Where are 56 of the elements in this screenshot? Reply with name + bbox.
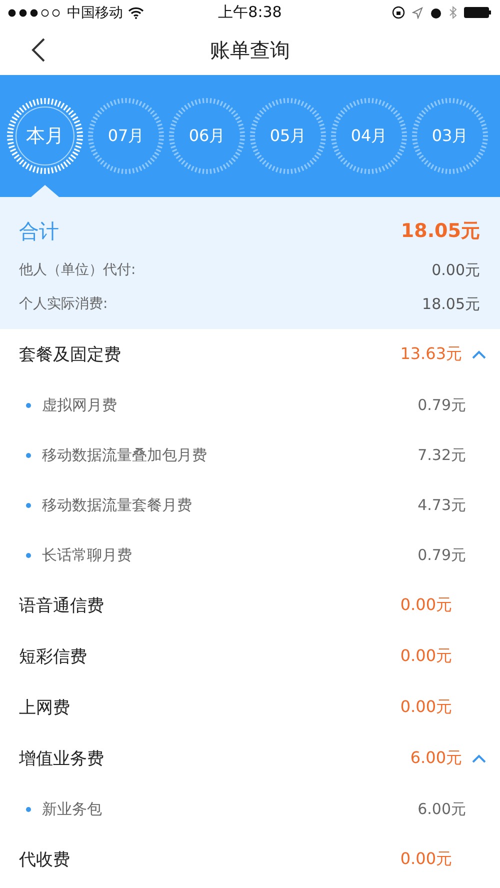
total-label: 合计 [19,218,59,244]
wifi-icon [128,6,144,18]
bullet-icon [26,806,31,812]
rotation-lock-icon [392,6,405,19]
category-amount: 0.00元 [400,849,452,870]
summary-label: 个人实际消费: [19,295,108,313]
page-title: 账单查询 [210,36,290,64]
dial-ring-icon [87,97,165,175]
fee-category-row[interactable]: 短彩信费 0.00元 [0,631,500,682]
chevron-icon[interactable] [472,754,486,763]
category-amount: 0.00元 [400,697,452,718]
category-amount: 13.63元 [400,344,462,365]
category-name: 语音通信费 [19,595,104,617]
bullet-icon [26,502,31,508]
bullet-icon [26,552,31,558]
dial-ring-icon [411,97,489,175]
bullet-icon [26,402,31,408]
fee-item-amount: 6.00元 [418,800,466,818]
fee-item-amount: 7.32元 [418,446,466,464]
dial-ring-icon [249,97,327,175]
fee-category-row[interactable]: 套餐及固定费 13.63元 [0,329,500,380]
dial-ring-icon [330,97,408,175]
signal-icon [8,8,62,16]
summary-label: 他人（单位）代付: [19,261,136,279]
fee-item-amount: 0.79元 [418,396,466,414]
clock-time: 上午8:38 [218,3,282,22]
fee-item-name: 新业务包 [42,800,102,818]
summary-value: 0.00元 [432,260,480,280]
fee-category-row[interactable]: 代收费 0.00元 [0,834,500,885]
category-name: 上网费 [19,697,70,719]
category-name: 短彩信费 [19,646,87,668]
total-amount: 18.05元 [400,219,480,244]
bullet-icon [26,452,31,458]
fee-category-row[interactable]: 语音通信费 0.00元 [0,580,500,631]
category-name: 增值业务费 [19,748,104,770]
summary-value: 18.05元 [422,294,480,314]
dial-ring-icon [6,97,84,175]
category-amount: 0.00元 [400,595,452,616]
category-amount: 6.00元 [410,748,462,769]
battery-icon [464,7,492,18]
dial-ring-icon [168,97,246,175]
carrier-name: 中国移动 [67,4,123,22]
fee-item-name: 长话常聊月费 [42,546,132,564]
category-name: 套餐及固定费 [19,344,121,366]
fee-item-name: 移动数据流量叠加包月费 [42,446,207,464]
fee-category-row[interactable]: 增值业务费 6.00元 [0,733,500,784]
bluetooth-icon [449,6,457,19]
chevron-icon[interactable] [472,350,486,359]
location-icon [412,6,423,18]
category-name: 代收费 [19,849,70,871]
category-amount: 0.00元 [400,646,452,667]
fee-item-amount: 4.73元 [418,496,466,514]
fee-item-name: 虚拟网月费 [42,396,117,414]
fee-item-amount: 0.79元 [418,546,466,564]
fee-item-name: 移动数据流量套餐月费 [42,496,192,514]
fee-category-row[interactable]: 上网费 0.00元 [0,682,500,733]
